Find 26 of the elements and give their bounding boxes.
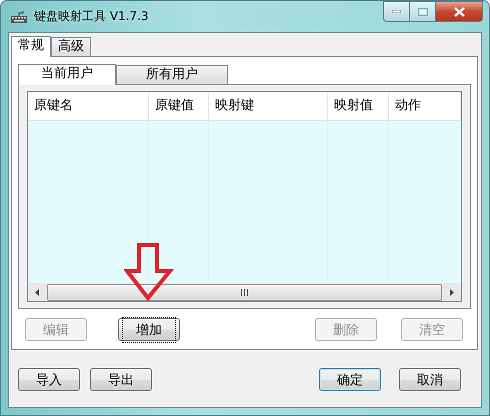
dialog-button[interactable]: 确定 — [319, 368, 381, 391]
list-button[interactable]: 增加 — [118, 318, 180, 341]
close-icon — [454, 6, 464, 16]
down-arrow-icon — [124, 243, 174, 301]
column-header[interactable]: 原键值 — [149, 92, 209, 120]
keyboard-icon — [10, 10, 28, 24]
close-button[interactable] — [436, 1, 483, 22]
column-header[interactable]: 动作 — [389, 92, 461, 120]
column-header[interactable]: 映射键 — [209, 92, 328, 120]
tab[interactable]: 高级 — [51, 37, 91, 56]
column-header[interactable]: 映射值 — [328, 92, 389, 120]
dialog-button[interactable]: 取消 — [399, 368, 461, 391]
dialog-button[interactable]: 导出 — [90, 368, 152, 391]
maximize-button[interactable] — [410, 1, 436, 22]
tab[interactable]: 所有用户 — [116, 65, 228, 84]
scroll-right-icon — [450, 288, 454, 296]
minimize-button[interactable] — [383, 1, 410, 22]
dialog-button[interactable]: 导入 — [18, 368, 80, 391]
tab[interactable]: 当前用户 — [18, 64, 116, 85]
scroll-left-icon — [35, 288, 39, 296]
tab[interactable]: 常规 — [11, 36, 51, 57]
window-title: 键盘映射工具 V1.7.3 — [34, 8, 149, 25]
grip-icon — [241, 288, 248, 296]
minimize-icon — [392, 10, 401, 13]
column-header[interactable]: 原键名 — [28, 92, 149, 120]
maximize-icon — [418, 8, 428, 16]
